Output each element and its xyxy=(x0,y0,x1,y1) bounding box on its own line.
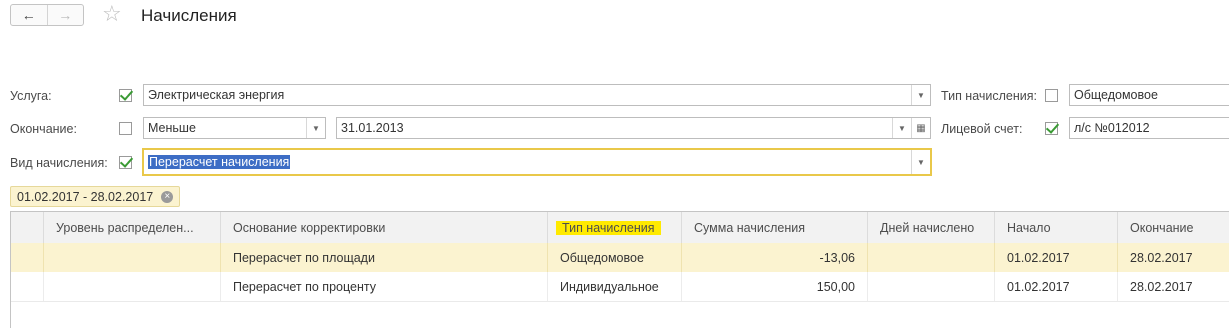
end-date-field[interactable]: 31.01.2013 ▼ ▦ xyxy=(336,117,931,139)
charge-type-checkbox[interactable] xyxy=(1045,89,1058,102)
favorite-star-icon[interactable]: ☆ xyxy=(102,2,122,26)
end-compare-field[interactable]: Меньше ▼ xyxy=(143,117,326,139)
account-checkbox[interactable] xyxy=(1045,122,1058,135)
charges-table: Уровень распределен... Основание коррект… xyxy=(10,211,1229,328)
account-field[interactable]: л/с №012012 xyxy=(1069,117,1229,139)
dropdown-arrow-icon[interactable]: ▼ xyxy=(911,85,930,105)
dropdown-arrow-icon[interactable]: ▼ xyxy=(306,118,325,138)
service-field[interactable]: Электрическая энергия ▼ xyxy=(143,84,931,106)
back-button[interactable]: ← xyxy=(11,5,47,25)
cell-level xyxy=(44,243,221,272)
cell-days xyxy=(868,243,995,272)
end-date-value: 31.01.2013 xyxy=(341,121,404,135)
column-header-charge-type[interactable]: Тип начисления xyxy=(548,212,682,243)
account-label: Лицевой счет: xyxy=(941,122,1023,136)
forward-button[interactable]: → xyxy=(46,5,84,25)
kind-label: Вид начисления: xyxy=(10,156,108,170)
account-value: л/с №012012 xyxy=(1074,121,1150,135)
arrow-right-icon: → xyxy=(58,7,73,23)
cell-end: 28.02.2017 xyxy=(1130,279,1193,294)
cell-level xyxy=(44,272,221,301)
navigation-buttons: ← → xyxy=(10,4,84,26)
column-header-basis[interactable]: Основание корректировки xyxy=(221,212,548,243)
dropdown-arrow-icon[interactable]: ▼ xyxy=(892,118,911,138)
page-title: Начисления xyxy=(141,6,237,25)
arrow-left-icon: ← xyxy=(21,7,36,23)
cell-start: 01.02.2017 xyxy=(995,243,1118,272)
header-marker-cell xyxy=(11,212,44,243)
row-marker-cell xyxy=(11,272,44,301)
cell-charge-type: Общедомовое xyxy=(548,243,682,272)
cell-end: 28.02.2017 xyxy=(1130,250,1193,265)
service-value: Электрическая энергия xyxy=(148,88,285,102)
kind-value: Перерасчет начисления xyxy=(148,155,291,169)
cell-amount: -13,06 xyxy=(682,243,868,272)
table-row[interactable]: Перерасчет по площади Общедомовое -13,06… xyxy=(11,243,1229,272)
column-header-end[interactable]: Окончание xyxy=(1118,212,1229,243)
table-header: Уровень распределен... Основание коррект… xyxy=(11,212,1229,244)
cell-start: 01.02.2017 xyxy=(995,272,1118,301)
column-header-days[interactable]: Дней начислено xyxy=(868,212,995,243)
kind-checkbox[interactable] xyxy=(119,156,132,169)
row-marker-cell xyxy=(11,243,44,272)
table-row[interactable]: Перерасчет по проценту Индивидуальное 15… xyxy=(11,272,1229,302)
period-filter-chip[interactable]: 01.02.2017 - 28.02.2017 × xyxy=(10,186,181,207)
calendar-icon[interactable]: ▦ xyxy=(911,118,930,138)
end-checkbox[interactable] xyxy=(119,122,132,135)
cell-basis: Перерасчет по проценту xyxy=(221,272,548,301)
service-checkbox[interactable] xyxy=(119,89,132,102)
charge-type-field[interactable]: Общедомовое xyxy=(1069,84,1229,106)
charge-type-label: Тип начисления: xyxy=(941,89,1038,103)
column-header-amount[interactable]: Сумма начисления xyxy=(682,212,868,243)
period-chip-text: 01.02.2017 - 28.02.2017 xyxy=(17,189,154,204)
cell-amount: 150,00 xyxy=(682,272,868,301)
column-header-level[interactable]: Уровень распределен... xyxy=(44,212,221,243)
end-label: Окончание: xyxy=(10,122,77,136)
cell-days xyxy=(868,272,995,301)
close-icon[interactable]: × xyxy=(161,190,174,203)
cell-charge-type: Индивидуальное xyxy=(548,272,682,301)
kind-field[interactable]: Перерасчет начисления ▼ xyxy=(142,148,932,176)
column-header-start[interactable]: Начало xyxy=(995,212,1118,243)
cell-basis: Перерасчет по площади xyxy=(221,243,548,272)
service-label: Услуга: xyxy=(10,89,52,103)
charge-type-value: Общедомовое xyxy=(1074,88,1158,102)
end-compare-value: Меньше xyxy=(148,121,196,135)
dropdown-arrow-icon[interactable]: ▼ xyxy=(911,150,930,174)
